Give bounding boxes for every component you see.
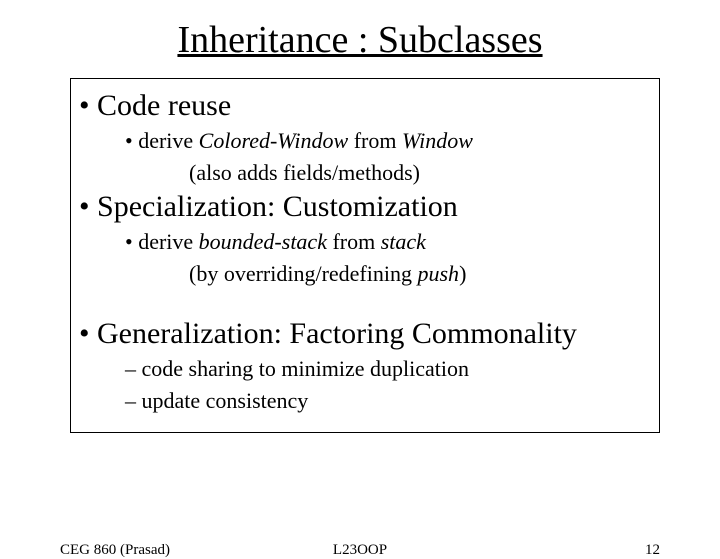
slide-title: Inheritance : Subclasses — [0, 18, 720, 62]
sub-line-overriding: (by overriding/redefining push) — [189, 260, 651, 288]
bullet-specialization: Specialization: Customization — [97, 190, 651, 224]
italic-colored-window: Colored-Window — [199, 128, 349, 153]
dash-code-sharing: code sharing to minimize duplication — [141, 355, 651, 383]
footer-page-number: 12 — [645, 542, 660, 559]
slide: Inheritance : Subclasses Code reuse deri… — [0, 18, 720, 558]
sub-line-adds-fields: (also adds fields/methods) — [189, 159, 651, 187]
sub-bullet-derive-stack: derive bounded-stack from stack — [141, 228, 651, 256]
italic-push: push — [418, 261, 460, 286]
text: derive — [138, 128, 198, 153]
footer-center: L23OOP — [0, 542, 720, 559]
text: from — [327, 229, 381, 254]
italic-window: Window — [402, 128, 473, 153]
italic-bounded-stack: bounded-stack — [199, 229, 327, 254]
text: ) — [459, 261, 466, 286]
dash-update-consistency: update consistency — [141, 387, 651, 415]
text: (by overriding/redefining — [189, 261, 418, 286]
text: derive — [138, 229, 198, 254]
bullet-code-reuse: Code reuse — [97, 89, 651, 123]
italic-stack: stack — [381, 229, 426, 254]
bullet-generalization: Generalization: Factoring Commonality — [97, 317, 651, 351]
content-box: Code reuse derive Colored-Window from Wi… — [70, 78, 660, 433]
sub-bullet-derive-window: derive Colored-Window from Window — [141, 127, 651, 155]
text: from — [348, 128, 402, 153]
spacer — [79, 291, 651, 313]
